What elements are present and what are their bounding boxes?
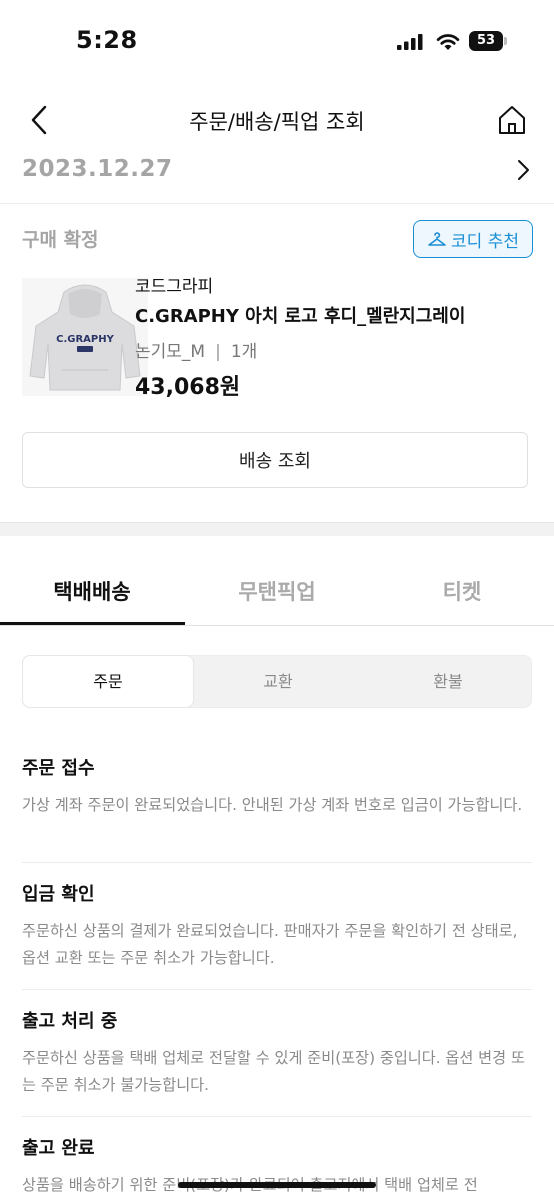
divider xyxy=(22,989,532,990)
product-image[interactable]: C.GRAPHY xyxy=(22,278,148,396)
cellular-signal-icon xyxy=(397,34,423,50)
step-title: 주문 접수 xyxy=(22,758,95,779)
product-image-logo: C.GRAPHY xyxy=(56,334,114,345)
header: 주문/배송/픽업 조회 xyxy=(0,92,554,148)
step-description: 주문하신 상품의 결제가 완료되었습니다. 판매자가 주문을 확인하기 전 상태… xyxy=(22,922,518,967)
codi-recommend-button[interactable]: 코디 추천 xyxy=(413,220,533,258)
step-title: 출고 처리 중 xyxy=(22,1011,118,1032)
divider xyxy=(22,1116,532,1117)
hanger-icon xyxy=(428,232,446,246)
home-icon[interactable] xyxy=(496,104,528,136)
section-divider xyxy=(0,522,554,536)
chevron-right-icon[interactable] xyxy=(514,158,532,182)
status-bar: 5:28 53 xyxy=(0,0,554,84)
segment-exchange[interactable]: 교환 xyxy=(193,656,363,707)
battery-icon: 53 xyxy=(469,31,507,51)
order-status: 구매 확정 xyxy=(22,229,99,251)
track-shipping-button[interactable]: 배송 조회 xyxy=(22,432,528,488)
product-name[interactable]: C.GRAPHY 아치 로고 후디_멜란지그레이 xyxy=(135,302,465,328)
order-date-row[interactable]: 2023.12.27 xyxy=(0,150,554,194)
segment-refund[interactable]: 환불 xyxy=(363,656,533,707)
active-tab-indicator xyxy=(0,622,185,625)
segment-order[interactable]: 주문 xyxy=(23,656,193,707)
step-title: 입금 확인 xyxy=(22,884,95,905)
option-value: 논기모_M xyxy=(135,342,206,362)
step-payment-confirmed: 입금 확인 주문하신 상품의 결제가 완료되었습니다. 판매자가 주문을 확인하… xyxy=(22,880,532,972)
status-time: 5:28 xyxy=(76,26,138,54)
segment-control: 주문 교환 환불 xyxy=(22,655,532,708)
wifi-icon xyxy=(436,34,460,50)
step-order-received: 주문 접수 가상 계좌 주문이 완료되었습니다. 안내된 가상 계좌 번호로 입… xyxy=(22,754,532,819)
product-option: 논기모_M | 1개 xyxy=(135,342,258,362)
tab-pickup[interactable]: 무탠픽업 xyxy=(185,576,369,606)
product-price: 43,068원 xyxy=(135,375,241,400)
divider xyxy=(0,203,554,204)
page-title: 주문/배송/픽업 조회 xyxy=(189,110,365,134)
product-brand[interactable]: 코드그라피 xyxy=(135,272,213,297)
divider xyxy=(22,862,532,863)
home-indicator[interactable] xyxy=(178,1182,376,1188)
delivery-type-tabs: 택배배송 무탠픽업 티켓 xyxy=(0,560,554,626)
step-shipped: 출고 완료 상품을 배송하기 위한 준비(포장)가 완료되어 출고지에서 택배 … xyxy=(22,1134,532,1200)
order-date: 2023.12.27 xyxy=(22,156,173,182)
codi-recommend-label: 코디 추천 xyxy=(451,231,519,252)
tab-ticket[interactable]: 티켓 xyxy=(370,576,554,606)
tab-parcel-delivery[interactable]: 택배배송 xyxy=(0,576,184,606)
step-description: 가상 계좌 주문이 완료되었습니다. 안내된 가상 계좌 번호로 입금이 가능합… xyxy=(22,796,523,814)
option-quantity: 1개 xyxy=(230,342,258,362)
step-shipping-processing: 출고 처리 중 주문하신 상품을 택배 업체로 전달할 수 있게 준비(포장) … xyxy=(22,1007,532,1099)
step-description: 주문하신 상품을 택배 업체로 전달할 수 있게 준비(포장) 중입니다. 옵션… xyxy=(22,1049,525,1094)
battery-level: 53 xyxy=(469,31,503,51)
step-title: 출고 완료 xyxy=(22,1138,95,1159)
